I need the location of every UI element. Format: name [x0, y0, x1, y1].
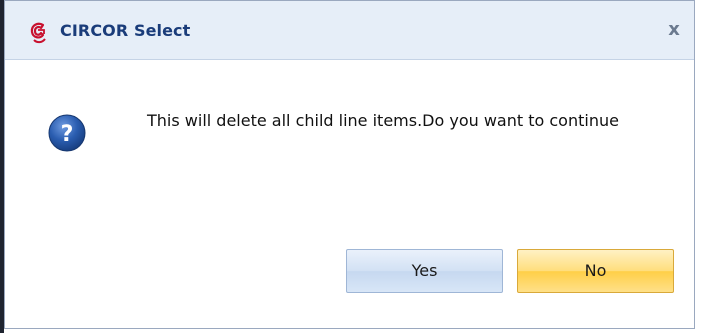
dialog-titlebar[interactable]: CIRCOR Select x — [5, 1, 694, 60]
no-button[interactable]: No — [517, 249, 674, 293]
dialog-body: ? This will delete all child line items.… — [5, 60, 694, 328]
message-dialog: CIRCOR Select x ? This will delete all c… — [4, 0, 695, 329]
svg-text:?: ? — [61, 122, 74, 147]
close-button[interactable]: x — [664, 19, 684, 41]
screen-frame: CIRCOR Select x ? This will delete all c… — [0, 0, 701, 333]
yes-button[interactable]: Yes — [346, 249, 503, 293]
dialog-title: CIRCOR Select — [60, 21, 191, 40]
circor-logo-icon — [30, 22, 46, 44]
dialog-message: This will delete all child line items.Do… — [147, 111, 619, 130]
question-icon: ? — [48, 114, 86, 152]
